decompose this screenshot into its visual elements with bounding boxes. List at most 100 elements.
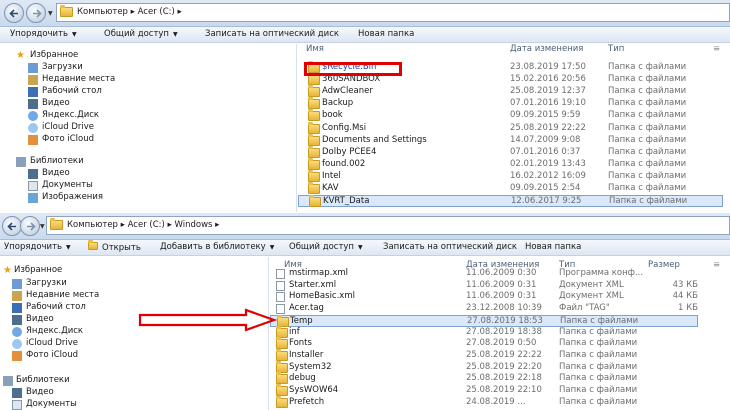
organize-button[interactable]: Упорядочить ▼ <box>10 29 77 39</box>
folder-icon <box>276 384 288 396</box>
pane-divider[interactable] <box>296 44 297 212</box>
file-type: Папка с файлами <box>608 86 687 97</box>
file-type: Папка с файлами <box>608 134 687 145</box>
navigation-pane: ★ Избранное Загрузки Недавние места Рабоч… <box>0 257 270 410</box>
file-name: Installer <box>289 349 324 360</box>
address-bar-area: ▼ Компьютер ▸ Acer (C:) ▸ <box>0 0 730 27</box>
column-header-name[interactable]: Имя <box>306 44 324 54</box>
forward-arrow-icon <box>33 9 42 18</box>
desktop-icon <box>28 87 38 97</box>
file-row[interactable]: KAV 09.09.2015 2:54 Папка с файлами <box>298 182 723 195</box>
file-name: KAV <box>322 183 339 193</box>
file-row[interactable]: HomeBasic.xml 11.06.2009 0:31 Документ XML… <box>270 291 698 303</box>
burn-disc-button[interactable]: Записать на оптический диск <box>383 242 517 252</box>
file-row[interactable]: debug 25.08.2019 22:18 Папка с файлами <box>270 372 698 385</box>
column-header-date[interactable]: Дата изменения <box>510 44 583 54</box>
address-box[interactable]: Компьютер ▸ Acer (C:) ▸ Windows ▸ <box>46 216 730 235</box>
recent-pages-dropdown[interactable]: ▼ <box>48 10 53 17</box>
organize-button[interactable]: Упорядочить ▼ <box>4 242 71 252</box>
forward-button[interactable] <box>20 216 40 236</box>
file-date: 25.08.2019 22:22 <box>510 122 586 133</box>
file-row[interactable]: inf 27.08.2019 18:38 Папка с файлами <box>270 325 698 339</box>
file-type: Папка с файлами <box>608 98 687 109</box>
yandex-disk-icon <box>12 327 22 337</box>
file-type: Папка с файлами <box>559 385 638 395</box>
file-row[interactable]: book 09.09.2015 9:59 Папка с файлами <box>298 109 723 122</box>
file-name: Acer.tag <box>289 303 324 314</box>
file-type: Папка с файлами <box>608 158 687 169</box>
breadcrumb-computer[interactable]: Компьютер <box>67 220 118 230</box>
folder-icon <box>308 169 320 182</box>
forward-button[interactable] <box>26 3 46 23</box>
back-button[interactable] <box>2 216 22 236</box>
file-row[interactable]: mstirmap.xml 11.06.2009 0:30 Программа кон… <box>270 268 698 280</box>
file-row[interactable]: Starter.xml 11.06.2009 0:31 Документ XML 43… <box>270 280 698 292</box>
file-date: 11.06.2009 0:30 <box>466 268 537 278</box>
add-to-library-button[interactable]: Добавить в библиотеку ▼ <box>160 242 274 252</box>
file-row[interactable]: Config.Msi 25.08.2019 22:22 Папка с файлам… <box>298 121 723 135</box>
file-icon <box>276 280 285 291</box>
back-arrow-icon <box>9 9 18 18</box>
libraries-icon <box>16 157 26 167</box>
new-folder-button[interactable]: Новая папка <box>525 242 581 252</box>
file-row[interactable]: Intel 16.02.2012 16:09 Папка с файлами <box>298 169 723 183</box>
breadcrumb-drive[interactable]: Acer (C:) <box>128 220 165 230</box>
file-row[interactable]: Installer 25.08.2019 22:22 Папка с файлами <box>270 348 698 362</box>
file-date: 07.01.2016 19:10 <box>510 98 586 109</box>
file-date: 25.08.2019 22:10 <box>466 385 542 395</box>
breadcrumb-drive[interactable]: Acer (C:) <box>138 7 175 17</box>
share-button[interactable]: Общий доступ ▼ <box>104 29 178 39</box>
breadcrumb-windows[interactable]: Windows <box>175 220 213 230</box>
file-type: Папка с файлами <box>559 349 638 360</box>
file-row[interactable]: Backup 07.01.2016 19:10 Папка с файлами <box>298 97 723 110</box>
file-type: Папка с файлами <box>560 315 639 326</box>
open-button[interactable]: Открыть <box>88 240 141 253</box>
file-date: 23.08.2019 17:50 <box>510 62 586 72</box>
video-icon <box>12 315 22 325</box>
file-date: 11.06.2009 0:31 <box>466 279 537 290</box>
file-row[interactable]: Prefetch 24.08.2019 ... Папка с файлами <box>270 395 698 409</box>
folder-icon <box>276 395 288 408</box>
file-row[interactable]: Fonts 27.08.2019 0:50 Папка с файлами <box>270 337 698 350</box>
recent-pages-dropdown[interactable]: ▼ <box>40 223 45 230</box>
column-headers: Имя Дата изменения Тип ≡ <box>298 44 730 56</box>
folder-icon <box>308 73 320 86</box>
file-row[interactable]: Acer.tag 23.12.2008 10:39 Файл "TAG" 1 КБ <box>270 303 698 315</box>
downloads-icon <box>12 279 22 289</box>
highlight-box <box>304 62 402 76</box>
address-box[interactable]: Компьютер ▸ Acer (C:) ▸ <box>56 3 730 22</box>
pointer-arrow <box>138 308 278 332</box>
share-button[interactable]: Общий доступ ▼ <box>289 242 363 252</box>
file-row[interactable]: found.002 02.01.2019 13:43 Папка с файлами <box>298 157 723 171</box>
file-row[interactable]: AdwCleaner 25.08.2019 12:37 Папка с файлам… <box>298 85 723 98</box>
file-date: 09.09.2015 9:59 <box>510 110 581 121</box>
folder-icon <box>276 348 288 361</box>
file-row[interactable]: System32 25.08.2019 22:20 Папка с файлами <box>270 360 698 374</box>
file-type: Папка с файлами <box>608 110 687 121</box>
file-icon <box>276 269 285 279</box>
file-row[interactable]: Documents and Settings 14.07.2009 9:08 Пап… <box>298 133 723 147</box>
folder-icon <box>308 145 320 158</box>
star-icon: ★ <box>3 265 12 276</box>
file-name: found.002 <box>322 158 366 169</box>
folder-icon <box>308 121 320 134</box>
file-name: Intel <box>322 170 341 181</box>
breadcrumb-separator-icon: ▸ <box>167 220 175 230</box>
file-row[interactable]: Temp 27.08.2019 18:53 Папка с файлами <box>270 314 698 327</box>
downloads-icon <box>28 63 38 73</box>
file-row[interactable]: KVRT_Data 12.06.2017 9:25 Папка с файлами <box>298 195 723 208</box>
breadcrumb-computer[interactable]: Компьютер <box>77 7 128 17</box>
file-date: 15.02.2016 20:56 <box>510 74 586 85</box>
back-button[interactable] <box>4 3 24 23</box>
file-type: Программа конф... <box>559 268 644 278</box>
file-row[interactable]: SysWOW64 25.08.2019 22:10 Папка с файлами <box>270 384 698 397</box>
file-type: Папка с файлами <box>608 122 687 133</box>
file-date: 25.08.2019 22:18 <box>466 373 542 384</box>
column-header-type[interactable]: Тип <box>608 44 624 54</box>
pane-divider[interactable] <box>268 257 269 410</box>
new-folder-button[interactable]: Новая папка <box>358 29 414 39</box>
burn-disc-button[interactable]: Записать на оптический диск <box>205 29 339 39</box>
file-row[interactable]: Dolby PCEE4 07.01.2016 0:37 Папка с файлам… <box>298 145 723 159</box>
address-bar-area: ▼ Компьютер ▸ Acer (C:) ▸ Windows ▸ <box>0 213 730 240</box>
file-type: Папка с файлами <box>559 338 638 349</box>
